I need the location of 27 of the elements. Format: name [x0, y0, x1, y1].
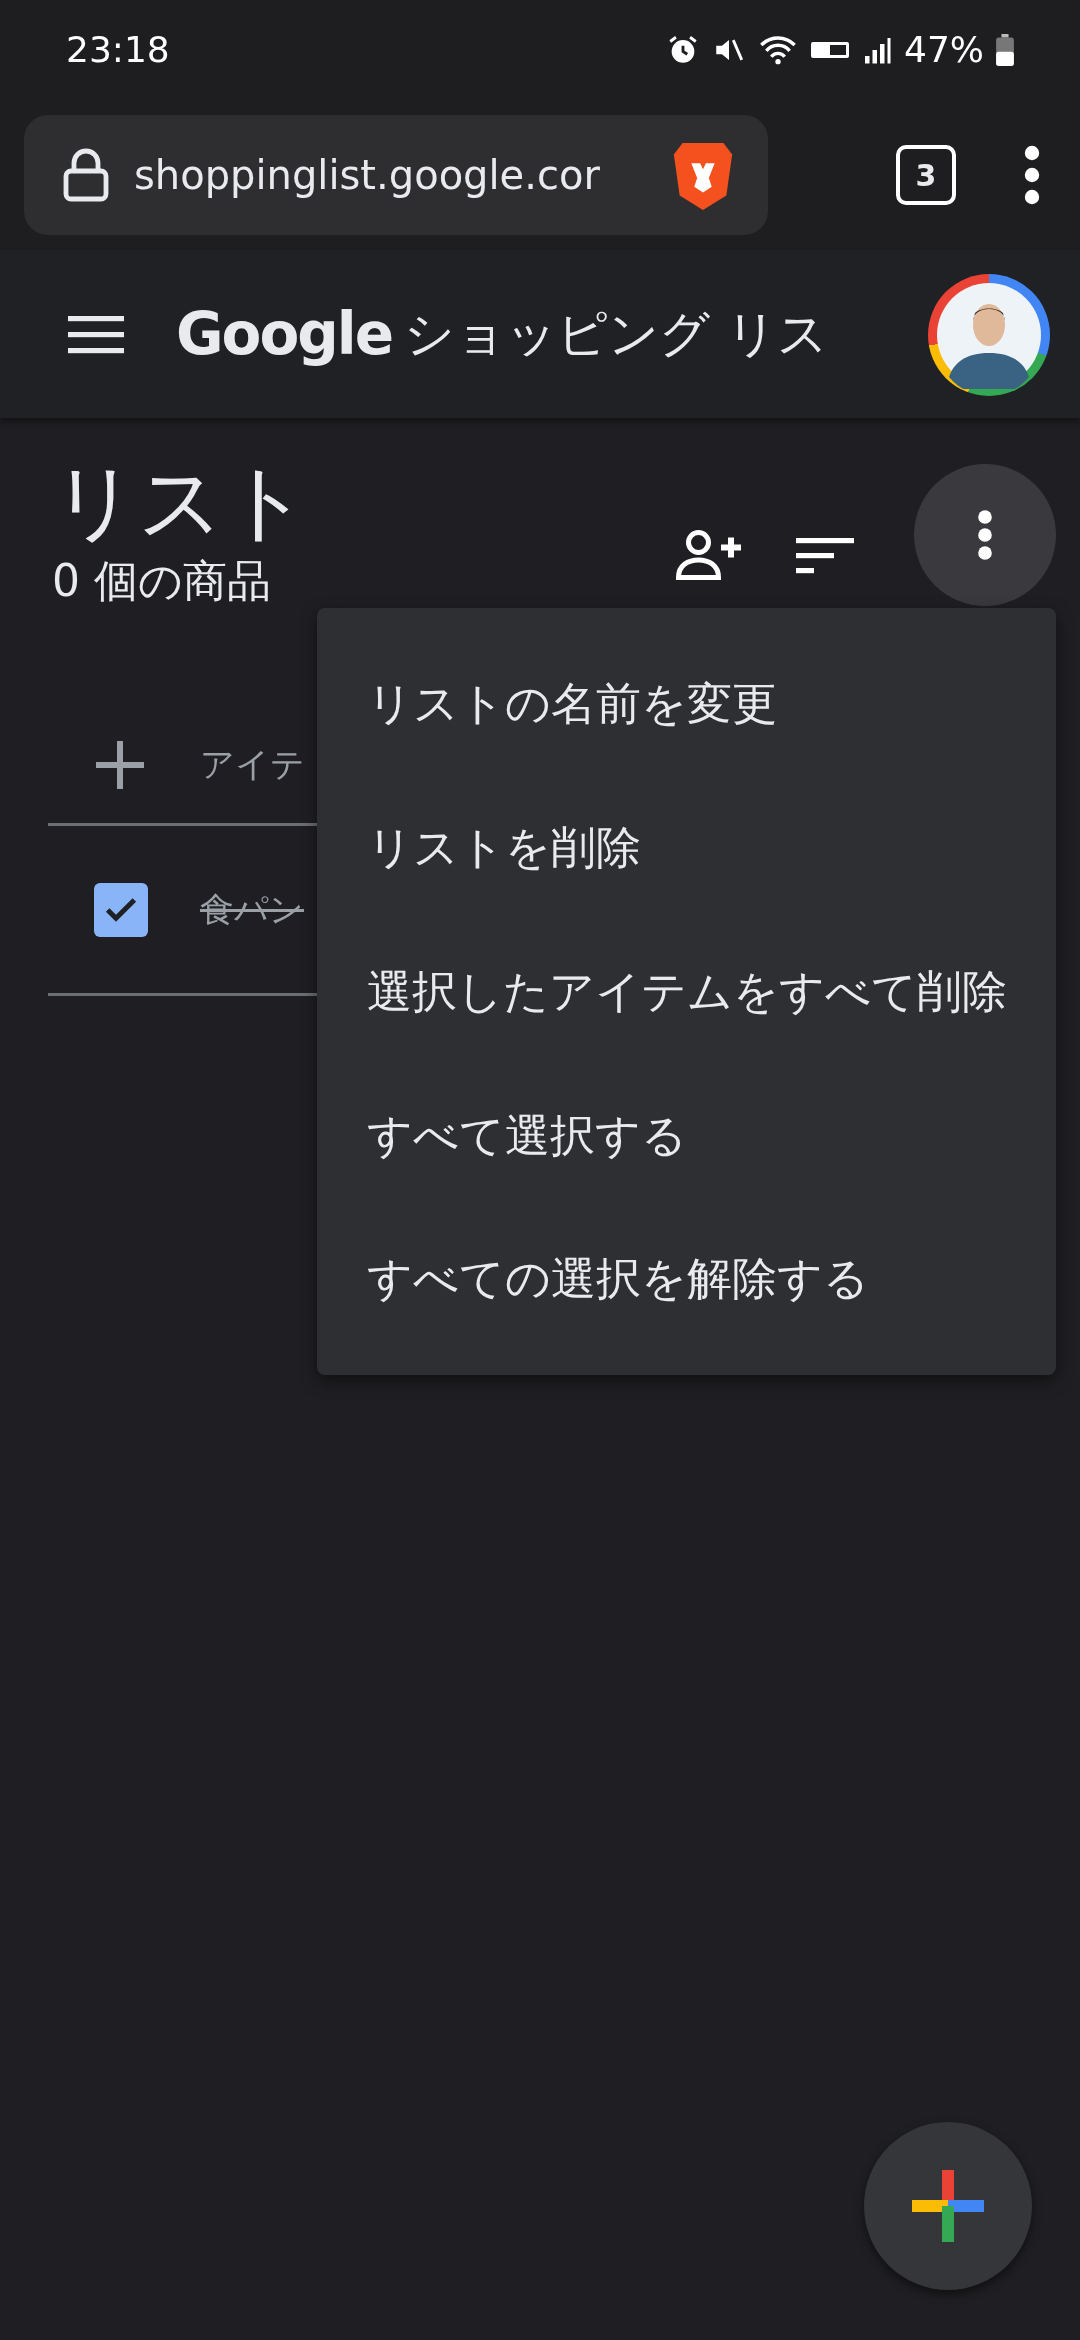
address-bar[interactable]: shoppinglist.google.cor	[24, 115, 768, 235]
menu-item[interactable]: リストを削除	[317, 775, 1056, 920]
add-icon[interactable]	[94, 738, 146, 791]
menu-item[interactable]: すべての選択を解除する	[317, 1207, 1056, 1351]
checkbox[interactable]	[94, 882, 148, 937]
item-count: 0 個の商品	[52, 554, 272, 608]
battery-icon	[996, 34, 1014, 66]
add-item-field[interactable]: アイテ	[200, 739, 310, 790]
menu-item[interactable]: すべて選択する	[317, 1063, 1056, 1208]
menu-icon[interactable]	[68, 314, 124, 354]
lock-icon	[62, 147, 110, 203]
status-time: 23:18	[66, 28, 170, 72]
more-icon	[977, 509, 993, 561]
url-text: shoppinglist.google.cor	[134, 151, 601, 200]
sort-icon[interactable]	[796, 538, 854, 574]
menu-item[interactable]: リストの名前を変更	[317, 632, 1056, 776]
more-icon[interactable]	[1024, 145, 1040, 205]
wifi-icon	[758, 33, 798, 67]
plus-icon	[912, 2170, 984, 2242]
app-title: ショッピング リス	[404, 303, 828, 365]
tab-count-button[interactable]: 3	[896, 145, 956, 205]
battery-percent: 47%	[904, 28, 984, 72]
google-logo: Google	[176, 298, 393, 370]
item-name: 食パン	[200, 888, 304, 931]
menu-item[interactable]: 選択したアイテムをすべて削除	[317, 919, 1056, 1064]
signal-icon	[862, 35, 892, 65]
list-title: リスト	[52, 452, 310, 552]
